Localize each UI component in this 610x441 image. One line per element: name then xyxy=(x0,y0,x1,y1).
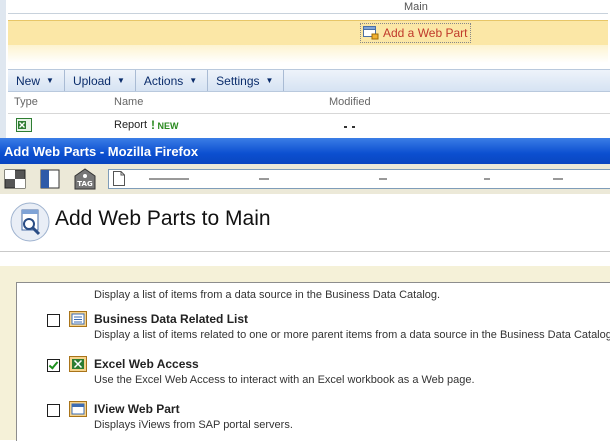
list-item: Business Data Related List Display a lis… xyxy=(17,309,610,349)
table-row: Report ! NEW xyxy=(8,118,610,134)
document-name-link[interactable]: Report xyxy=(114,119,147,131)
list-toolbar: New ▼ Upload ▼ Actions ▼ Settings ▼ xyxy=(8,69,610,92)
address-bar[interactable] xyxy=(108,169,610,189)
page-title: Add Web Parts to Main xyxy=(55,207,271,230)
add-web-part-band xyxy=(8,20,608,46)
new-menu[interactable]: New ▼ xyxy=(8,70,65,91)
url-fragment xyxy=(484,178,490,180)
new-badge: ! NEW xyxy=(151,118,179,132)
list-header: Type Name Modified xyxy=(8,96,610,110)
zone-divider xyxy=(8,13,608,14)
web-part-title: IView Web Part xyxy=(94,402,180,416)
web-part-description: Use the Excel Web Access to interact wit… xyxy=(94,374,475,386)
excel-web-access-checkbox[interactable] xyxy=(47,359,60,372)
chevron-down-icon: ▼ xyxy=(265,76,274,85)
actions-menu[interactable]: Actions ▼ xyxy=(136,70,209,91)
web-part-title: Business Data Related List xyxy=(94,312,249,326)
add-web-parts-dialog: Add Web Parts to Main Display a list of … xyxy=(0,194,610,441)
actions-menu-label: Actions xyxy=(143,73,184,88)
sidebar-button[interactable] xyxy=(38,168,62,190)
url-fragment xyxy=(553,178,563,180)
bookmark-sidebar-icon xyxy=(40,169,60,189)
add-web-part-label: Add a Web Part xyxy=(383,26,468,40)
web-part-zone-label: Main xyxy=(404,1,428,13)
column-name[interactable]: Name xyxy=(114,96,143,108)
upload-menu[interactable]: Upload ▼ xyxy=(65,70,136,91)
new-menu-label: New xyxy=(16,73,41,88)
add-web-part-icon xyxy=(363,26,379,40)
upload-menu-label: Upload xyxy=(72,73,111,88)
back-forward-button[interactable] xyxy=(3,168,27,190)
new-badge-label: NEW xyxy=(157,121,179,131)
sharepoint-page: Main Add a Web Part New ▼ Upload ▼ Actio… xyxy=(0,0,610,138)
window-icon xyxy=(69,401,87,417)
settings-menu-label: Settings xyxy=(216,73,260,88)
dialog-header: Add Web Parts to Main xyxy=(0,194,610,248)
tag-button[interactable]: TAG xyxy=(73,168,97,190)
browser-toolbar: TAG xyxy=(0,164,610,195)
modified-value-fragment xyxy=(352,126,355,128)
add-web-part-band-fade xyxy=(8,45,608,63)
list-header-divider xyxy=(8,113,610,114)
previous-item-description: Display a list of items from a data sour… xyxy=(94,289,441,301)
url-fragment xyxy=(259,178,269,180)
chevron-down-icon: ▼ xyxy=(46,76,54,85)
web-part-title: Excel Web Access xyxy=(94,357,199,371)
excel-file-icon xyxy=(16,118,32,132)
column-modified[interactable]: Modified xyxy=(329,96,371,108)
iview-web-part-checkbox[interactable] xyxy=(47,404,60,417)
chevron-down-icon: ▼ xyxy=(189,76,198,85)
tag-icon: TAG xyxy=(74,168,96,190)
web-part-list[interactable]: Display a list of items from a data sour… xyxy=(16,282,610,441)
settings-menu[interactable]: Settings ▼ xyxy=(208,70,285,91)
url-fragment xyxy=(379,178,387,180)
dialog-body: Display a list of items from a data sour… xyxy=(0,266,610,441)
add-web-part-button[interactable]: Add a Web Part xyxy=(360,23,471,43)
back-forward-icon xyxy=(4,169,26,189)
business-data-related-list-checkbox[interactable] xyxy=(47,314,60,327)
window-title-bar[interactable]: Add Web Parts - Mozilla Firefox xyxy=(0,138,610,164)
page-left-edge xyxy=(0,0,6,138)
column-type[interactable]: Type xyxy=(14,96,38,108)
web-part-description: Displays iViews from SAP portal servers. xyxy=(94,419,293,431)
tag-icon-label: TAG xyxy=(77,180,93,188)
web-parts-search-icon xyxy=(10,202,50,242)
list-item: Excel Web Access Use the Excel Web Acces… xyxy=(17,354,610,394)
list-item: IView Web Part Displays iViews from SAP … xyxy=(17,399,610,439)
list-icon xyxy=(69,311,87,327)
header-gap xyxy=(0,252,610,266)
web-part-description: Display a list of items related to one o… xyxy=(94,329,610,341)
url-fragment xyxy=(149,178,189,180)
new-badge-mark: ! xyxy=(151,118,155,132)
chevron-down-icon: ▼ xyxy=(116,76,125,85)
modified-value-fragment xyxy=(344,126,347,128)
window-title: Add Web Parts - Mozilla Firefox xyxy=(4,143,199,159)
page-icon xyxy=(113,171,125,186)
excel-icon xyxy=(69,356,87,372)
